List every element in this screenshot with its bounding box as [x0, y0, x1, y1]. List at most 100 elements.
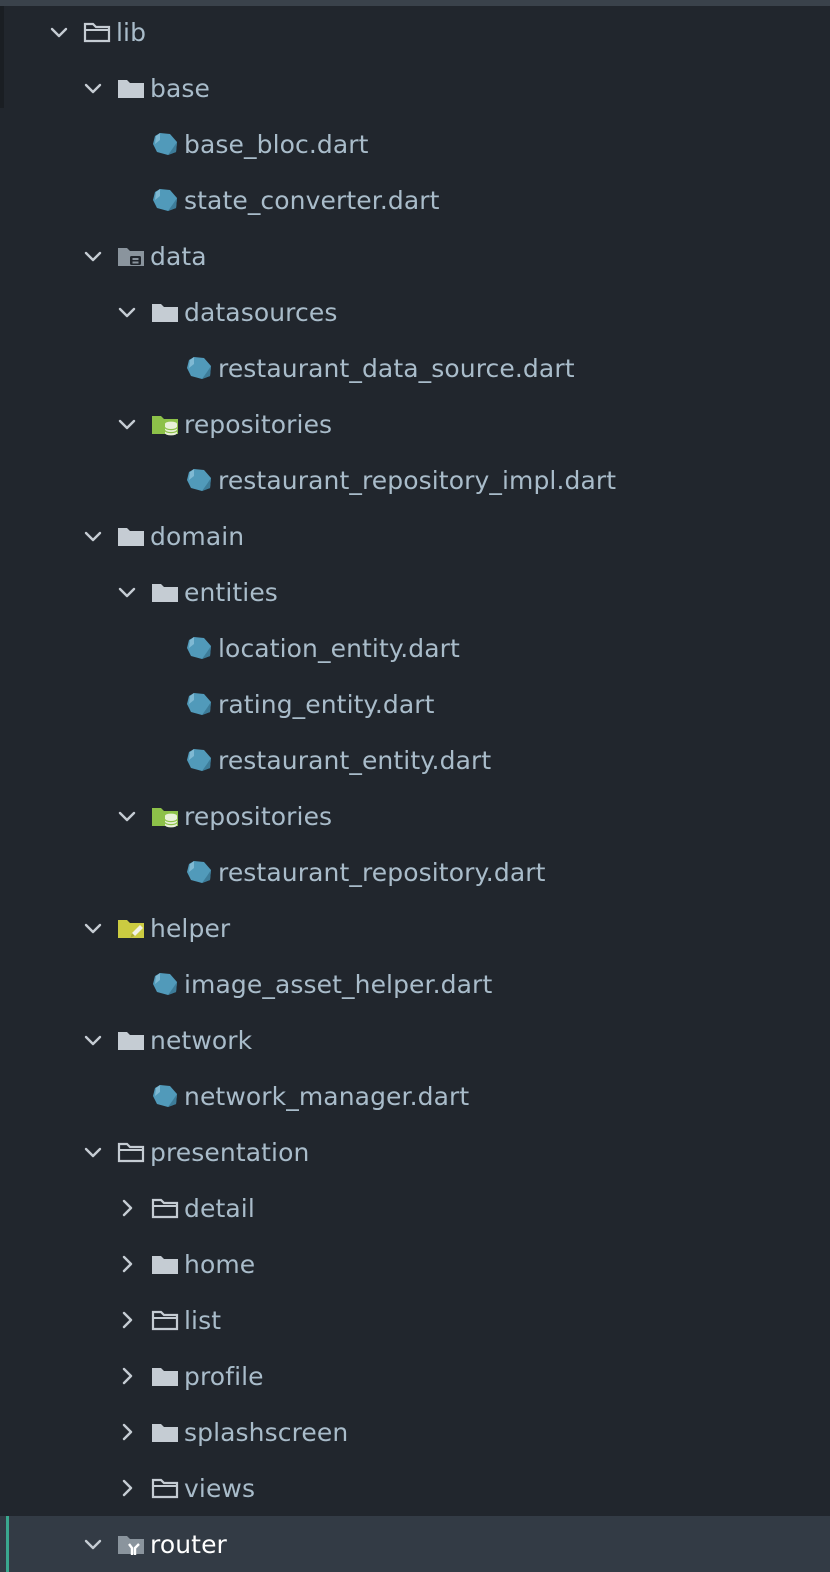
tree-item-state-converter[interactable]: state_converter.dart	[0, 172, 830, 228]
tree-item-label: home	[184, 1249, 256, 1279]
tree-item-label: domain	[150, 521, 245, 551]
dart-file-icon	[150, 1083, 180, 1109]
tree-item-label: data	[150, 241, 207, 271]
folder-outline-icon	[150, 1195, 180, 1221]
chevron-right-icon[interactable]	[116, 1477, 138, 1499]
chevron-down-icon[interactable]	[82, 245, 104, 267]
tree-item-detail[interactable]: detail	[0, 1180, 830, 1236]
chevron-right-icon[interactable]	[116, 1365, 138, 1387]
tree-item-profile[interactable]: profile	[0, 1348, 830, 1404]
tree-item-home[interactable]: home	[0, 1236, 830, 1292]
folder-outline-icon	[116, 1139, 146, 1165]
dart-file-icon	[184, 635, 214, 661]
dart-file-icon	[184, 859, 214, 885]
tree-item-label: state_converter.dart	[184, 185, 440, 215]
chevron-down-icon[interactable]	[82, 1141, 104, 1163]
tree-item-domain-repositories[interactable]: repositories	[0, 788, 830, 844]
tree-item-restaurant-data-source[interactable]: restaurant_data_source.dart	[0, 340, 830, 396]
tree-item-location-entity[interactable]: location_entity.dart	[0, 620, 830, 676]
tree-item-lib[interactable]: lib	[0, 4, 830, 60]
tree-item-base-bloc[interactable]: base_bloc.dart	[0, 116, 830, 172]
folder-database-icon	[150, 803, 180, 829]
tree-item-restaurant-entity[interactable]: restaurant_entity.dart	[0, 732, 830, 788]
tree-item-label: list	[184, 1305, 222, 1335]
tree-item-label: datasources	[184, 297, 338, 327]
chevron-down-icon[interactable]	[116, 805, 138, 827]
tree-item-helper[interactable]: helper	[0, 900, 830, 956]
tree-item-label: views	[184, 1473, 256, 1503]
chevron-down-icon[interactable]	[48, 21, 70, 43]
chevron-down-icon[interactable]	[82, 1029, 104, 1051]
folder-icon	[150, 1419, 180, 1445]
tree-item-label: restaurant_repository_impl.dart	[218, 465, 617, 495]
tree-item-rating-entity[interactable]: rating_entity.dart	[0, 676, 830, 732]
folder-outline-icon	[82, 19, 112, 45]
tree-item-base[interactable]: base	[0, 60, 830, 116]
tree-item-router[interactable]: router	[0, 1516, 830, 1572]
tree-item-label: restaurant_data_source.dart	[218, 353, 575, 383]
dart-file-icon	[150, 187, 180, 213]
tree-item-label: detail	[184, 1193, 255, 1223]
tree-item-label: helper	[150, 913, 231, 943]
tree-item-restaurant-repository-impl[interactable]: restaurant_repository_impl.dart	[0, 452, 830, 508]
chevron-down-icon[interactable]	[116, 581, 138, 603]
tree-item-list[interactable]: list	[0, 1292, 830, 1348]
tree-item-label: restaurant_entity.dart	[218, 745, 492, 775]
tree-item-label: location_entity.dart	[218, 633, 460, 663]
tree-item-label: network_manager.dart	[184, 1081, 470, 1111]
folder-outline-icon	[150, 1307, 180, 1333]
dart-file-icon	[184, 355, 214, 381]
chevron-right-icon[interactable]	[116, 1421, 138, 1443]
chevron-down-icon[interactable]	[82, 525, 104, 547]
tree-item-label: restaurant_repository.dart	[218, 857, 546, 887]
tree-item-datasources[interactable]: datasources	[0, 284, 830, 340]
tree-item-views[interactable]: views	[0, 1460, 830, 1516]
tree-item-data[interactable]: data	[0, 228, 830, 284]
tree-item-label: network	[150, 1025, 253, 1055]
tree-item-presentation[interactable]: presentation	[0, 1124, 830, 1180]
dart-file-icon	[150, 131, 180, 157]
tree-item-label: profile	[184, 1361, 264, 1391]
tree-item-entities[interactable]: entities	[0, 564, 830, 620]
tree-item-label: base	[150, 73, 210, 103]
tree-item-network[interactable]: network	[0, 1012, 830, 1068]
tree-item-label: rating_entity.dart	[218, 689, 435, 719]
tree-item-data-repositories[interactable]: repositories	[0, 396, 830, 452]
folder-icon	[116, 75, 146, 101]
tree-item-splashscreen[interactable]: splashscreen	[0, 1404, 830, 1460]
folder-icon	[116, 523, 146, 549]
chevron-down-icon[interactable]	[82, 1533, 104, 1555]
tree-item-domain[interactable]: domain	[0, 508, 830, 564]
tree-item-label: router	[150, 1529, 227, 1559]
dart-file-icon	[184, 691, 214, 717]
tree-item-label: lib	[116, 17, 147, 47]
tree-item-network-manager[interactable]: network_manager.dart	[0, 1068, 830, 1124]
dart-file-icon	[184, 467, 214, 493]
chevron-down-icon[interactable]	[116, 413, 138, 435]
tree-item-label: image_asset_helper.dart	[184, 969, 493, 999]
chevron-down-icon[interactable]	[82, 917, 104, 939]
file-explorer-tree: lib base base_bloc.dart state_converter.dar…	[0, 4, 830, 1572]
tree-item-label: splashscreen	[184, 1417, 349, 1447]
tree-item-restaurant-repository[interactable]: restaurant_repository.dart	[0, 844, 830, 900]
folder-outline-icon	[150, 1475, 180, 1501]
chevron-down-icon[interactable]	[82, 77, 104, 99]
chevron-right-icon[interactable]	[116, 1309, 138, 1331]
dart-file-icon	[150, 971, 180, 997]
tree-item-label: repositories	[184, 409, 333, 439]
tree-item-label: base_bloc.dart	[184, 129, 369, 159]
tree-item-image-asset-helper[interactable]: image_asset_helper.dart	[0, 956, 830, 1012]
chevron-right-icon[interactable]	[116, 1253, 138, 1275]
folder-data-icon	[116, 243, 146, 269]
chevron-right-icon[interactable]	[116, 1197, 138, 1219]
chevron-down-icon[interactable]	[116, 301, 138, 323]
